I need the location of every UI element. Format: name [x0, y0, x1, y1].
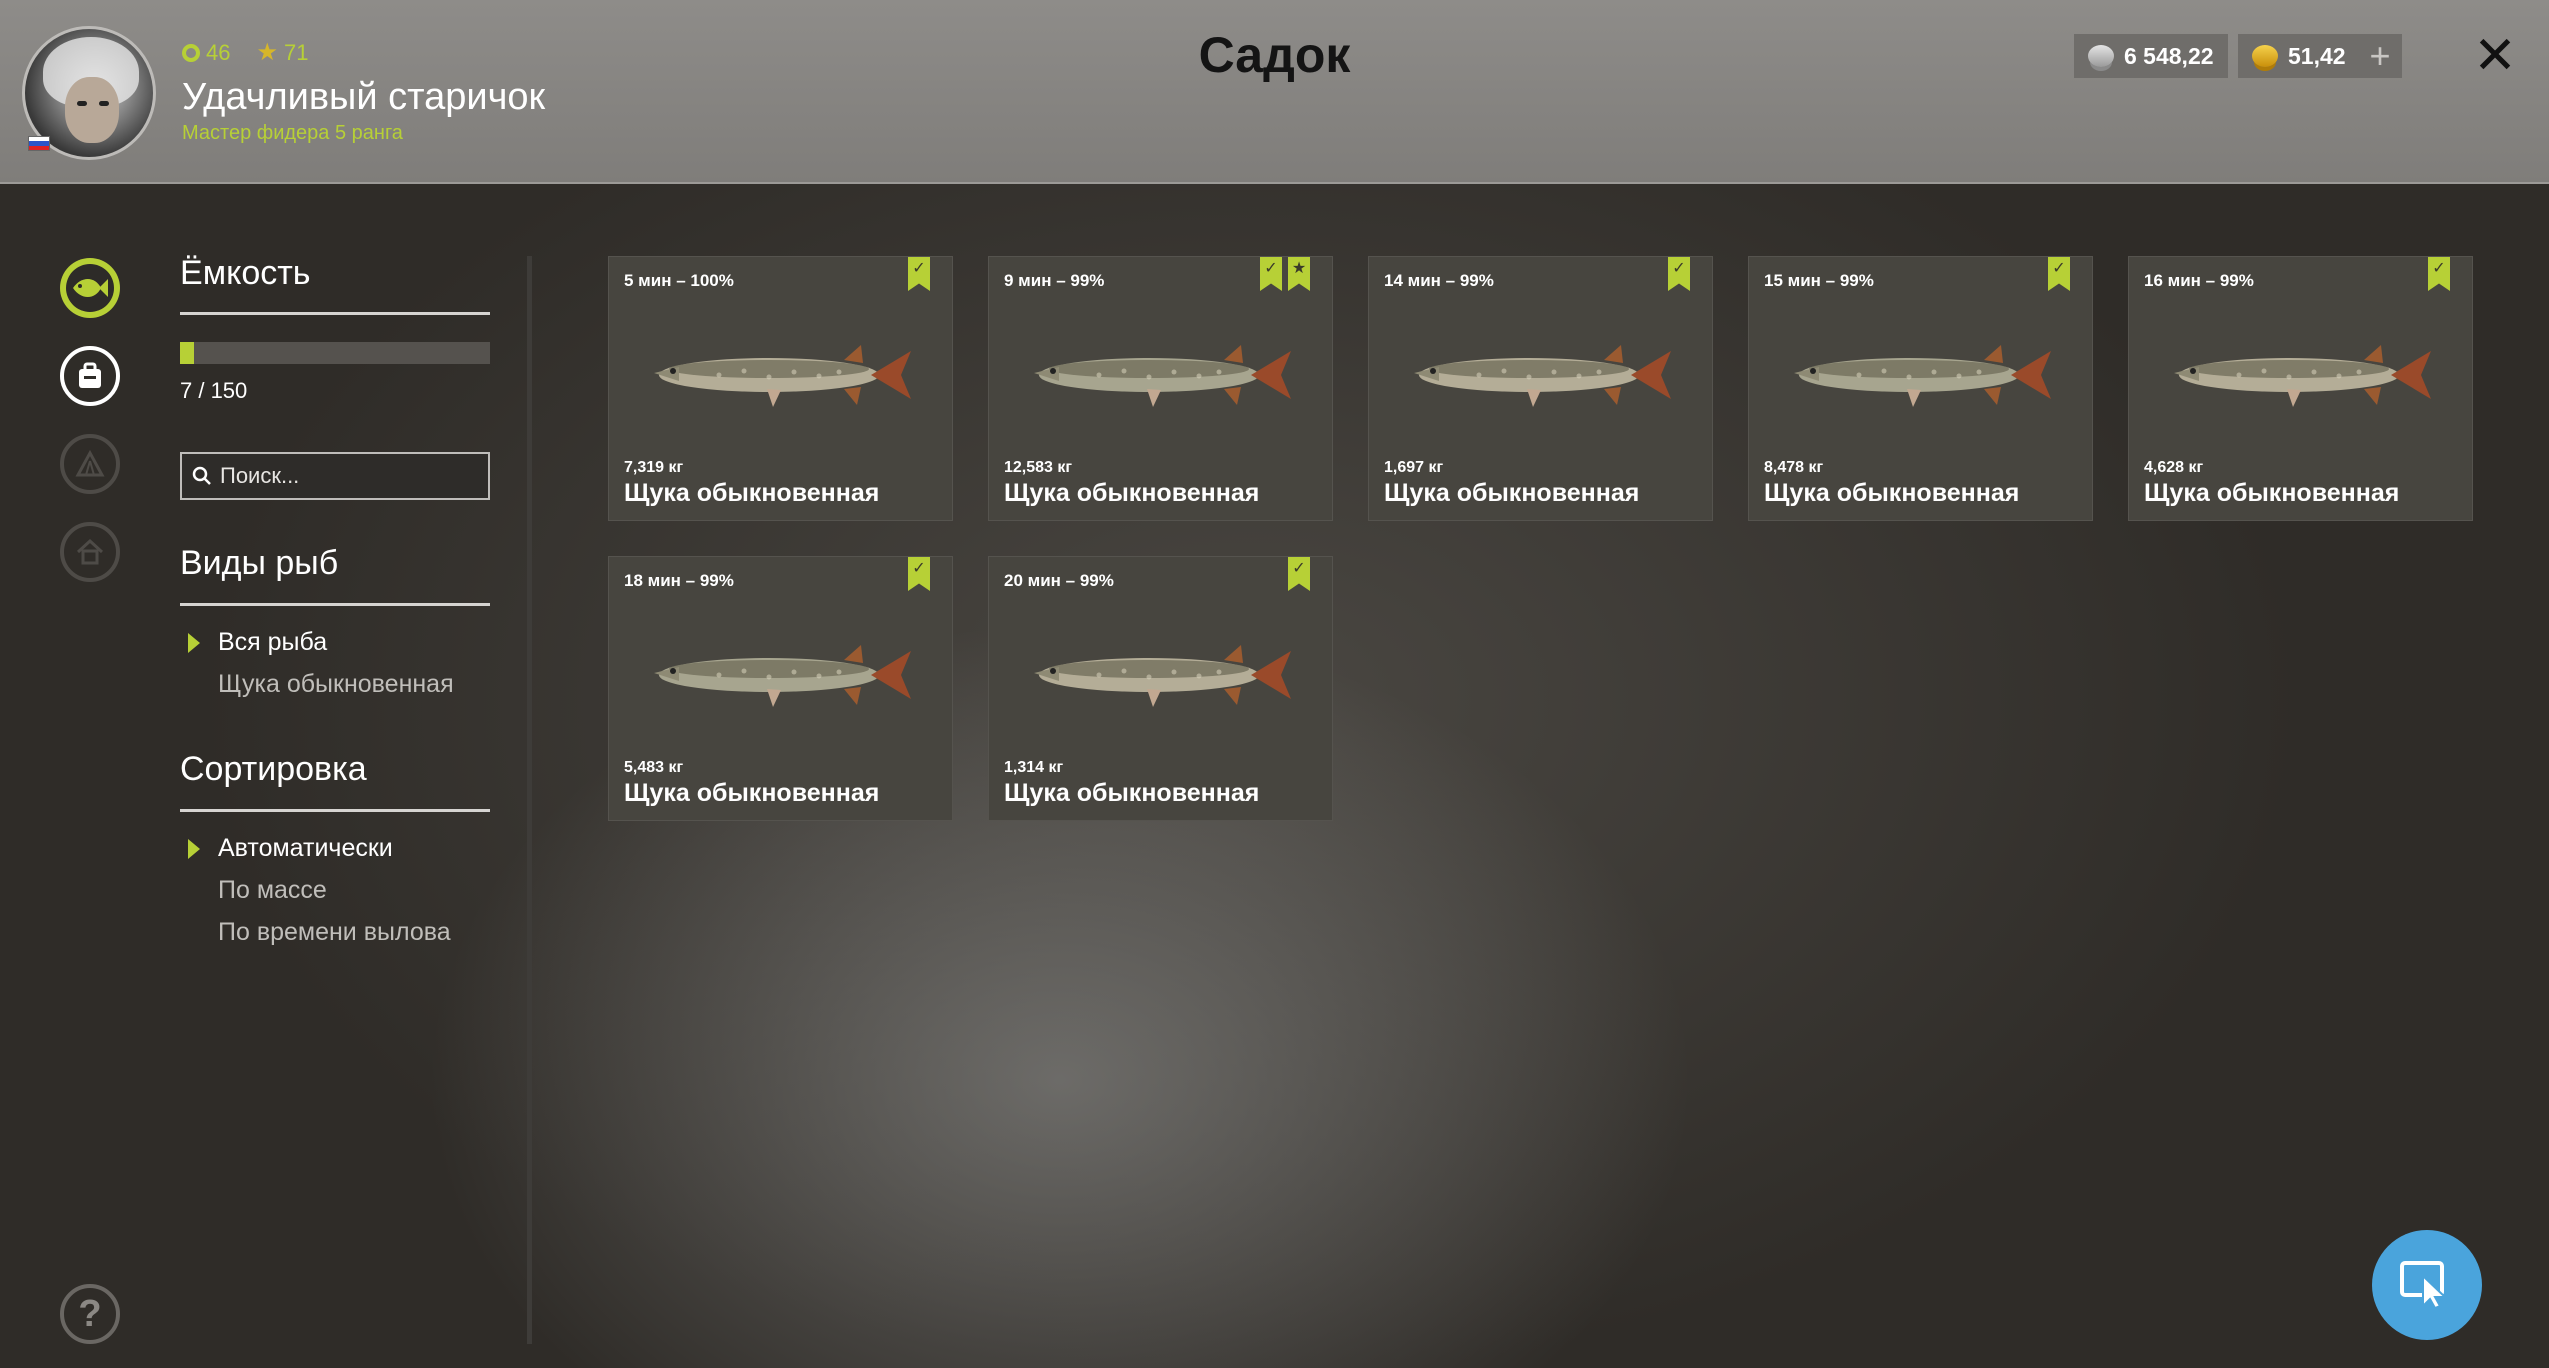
- home-tab[interactable]: [60, 522, 120, 582]
- pike-fish-image: [1794, 345, 2051, 407]
- pike-fish-image: [1414, 345, 1671, 407]
- card-badges: ✓: [1288, 557, 1310, 591]
- pike-fish-image: [1034, 345, 1291, 407]
- pike-fish-image: [2174, 345, 2431, 407]
- fish-card[interactable]: 18 мин – 99% ✓ 5,483 кг Щука обыкновенна…: [608, 556, 953, 821]
- fish-name: Щука обыкновенная: [624, 479, 880, 507]
- fish-weight: 12,583 кг: [1004, 459, 1073, 476]
- fish-weight: 1,697 кг: [1384, 459, 1444, 476]
- sorting-divider: [180, 809, 490, 812]
- card-badges: ✓: [2048, 257, 2070, 291]
- cursor-window-icon: [2400, 1261, 2448, 1310]
- selected-arrow-icon: [188, 633, 200, 653]
- backpack-icon: [79, 362, 101, 388]
- fish-card[interactable]: 9 мин – 99% ✓ ★ 12,583 кг Щука обыкновенн…: [988, 256, 1333, 521]
- sort-option-auto[interactable]: Автоматически: [218, 834, 393, 863]
- search-icon: [192, 466, 211, 485]
- card-badges: ✓: [908, 557, 930, 591]
- top-bar: 46 ★ 71 Удачливый старичок Мастер фидера …: [0, 0, 2549, 184]
- check-badge-icon: ✓: [1668, 257, 1690, 291]
- fish-name: Щука обыкновенная: [1004, 779, 1260, 807]
- catch-time: 18 мин – 99%: [624, 571, 734, 590]
- player-rank: Мастер фидера 5 ранга: [182, 122, 403, 144]
- catch-time: 9 мин – 99%: [1004, 271, 1105, 290]
- species-title: Виды рыб: [180, 544, 339, 582]
- house-icon: [76, 538, 104, 565]
- check-badge-icon: ✓: [1260, 257, 1282, 291]
- capacity-divider: [180, 312, 490, 315]
- catch-time: 20 мин – 99%: [1004, 571, 1114, 590]
- fish-weight: 8,478 кг: [1764, 459, 1824, 476]
- silver-amount: 6 548,22: [2124, 42, 2214, 69]
- catch-time: 16 мин – 99%: [2144, 271, 2254, 290]
- cursor-mode-button[interactable]: [2372, 1230, 2482, 1340]
- help-button[interactable]: ?: [60, 1284, 120, 1344]
- tent-icon: [75, 449, 105, 477]
- star-badge-icon: ★: [1288, 257, 1310, 291]
- fish-name: Щука обыкновенная: [1004, 479, 1260, 507]
- card-badges: ✓: [2428, 257, 2450, 291]
- capacity-progress-fill: [180, 342, 195, 364]
- gold-coin-icon: [2252, 45, 2278, 67]
- silver-coin-icon: [2088, 45, 2114, 67]
- check-badge-icon: ✓: [1288, 557, 1310, 591]
- russia-flag-icon: [28, 136, 50, 151]
- check-badge-icon: ✓: [2048, 257, 2070, 291]
- add-currency-button[interactable]: +: [2358, 34, 2402, 78]
- catch-time: 5 мин – 100%: [624, 271, 734, 290]
- fish-icon: [73, 279, 108, 297]
- fish-name: Щука обыкновенная: [1384, 479, 1640, 507]
- pike-fish-image: [1034, 645, 1291, 707]
- fish-weight: 7,319 кг: [624, 459, 684, 476]
- fish-card[interactable]: 16 мин – 99% ✓ 4,628 кг Щука обыкновенна…: [2128, 256, 2473, 521]
- bag-tab[interactable]: [60, 346, 120, 406]
- check-badge-icon: ✓: [2428, 257, 2450, 291]
- catch-time: 15 мин – 99%: [1764, 271, 1874, 290]
- species-divider: [180, 603, 490, 606]
- search-box[interactable]: [180, 452, 490, 500]
- sidebar-divider: [527, 256, 532, 1344]
- selected-arrow-icon: [188, 839, 200, 859]
- sort-option-weight[interactable]: По массе: [218, 876, 327, 905]
- gold-balance: 51,42: [2238, 34, 2360, 78]
- species-option-all[interactable]: Вся рыба: [218, 628, 327, 657]
- pike-fish-image: [654, 345, 911, 407]
- species-option-pike[interactable]: Щука обыкновенная: [218, 670, 454, 699]
- keepnet-fish-tab[interactable]: [60, 258, 120, 318]
- fish-weight: 1,314 кг: [1004, 759, 1064, 776]
- fish-weight: 4,628 кг: [2144, 459, 2204, 476]
- close-button[interactable]: ✕: [2470, 28, 2520, 84]
- silver-balance: 6 548,22: [2074, 34, 2228, 78]
- capacity-count: 7 / 150: [180, 378, 248, 403]
- gold-amount: 51,42: [2288, 42, 2346, 69]
- sort-option-time[interactable]: По времени вылова: [218, 918, 451, 947]
- card-badges: ✓: [1668, 257, 1690, 291]
- capacity-title: Ёмкость: [180, 254, 311, 292]
- capacity-progress-bar: [180, 342, 490, 364]
- check-badge-icon: ✓: [908, 557, 930, 591]
- check-badge-icon: ✓: [908, 257, 930, 291]
- sorting-title: Сортировка: [180, 750, 367, 788]
- fish-card[interactable]: 15 мин – 99% ✓ 8,478 кг Щука обыкновенна…: [1748, 256, 2093, 521]
- fish-name: Щука обыкновенная: [2144, 479, 2400, 507]
- fish-name: Щука обыкновенная: [624, 779, 880, 807]
- fish-name: Щука обыкновенная: [1764, 479, 2020, 507]
- fish-card[interactable]: 5 мин – 100% ✓ 7,319 кг Щука обыкновенна…: [608, 256, 953, 521]
- fish-card[interactable]: 20 мин – 99% ✓ 1,314 кг Щука обыкновенна…: [988, 556, 1333, 821]
- search-input[interactable]: [220, 463, 480, 489]
- card-badges: ✓: [908, 257, 930, 291]
- card-badges: ✓ ★: [1260, 257, 1310, 291]
- camp-tab[interactable]: [60, 434, 120, 494]
- pike-fish-image: [654, 645, 911, 707]
- fish-card[interactable]: 14 мин – 99% ✓ 1,697 кг Щука обыкновенна…: [1368, 256, 1713, 521]
- catch-time: 14 мин – 99%: [1384, 271, 1494, 290]
- fish-weight: 5,483 кг: [624, 759, 684, 776]
